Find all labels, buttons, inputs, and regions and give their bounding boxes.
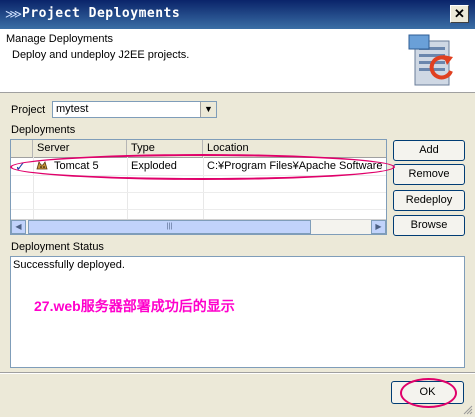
header-title: Manage Deployments [6,33,114,45]
header-subtitle: Deploy and undeploy J2EE projects. [12,49,190,61]
column-header-check[interactable] [11,140,33,157]
chevron-down-icon[interactable]: ▼ [200,102,216,117]
scroll-left-icon[interactable]: ◀ [11,220,26,234]
table-row[interactable]: ✓ Tomcat 5 Exploded C:¥Program Files¥Apa… [11,158,386,175]
horizontal-scrollbar[interactable]: ◀ ||| ▶ [11,219,386,234]
close-button[interactable]: ✕ [450,5,469,23]
scroll-thumb[interactable]: ||| [28,220,311,234]
project-label: Project [11,104,46,116]
deployment-status-label: Deployment Status [11,241,104,253]
window-title: Project Deployments [22,6,181,21]
project-combo-value: mytest [56,103,89,115]
type-cell: Exploded [131,160,177,172]
deployments-label: Deployments [11,124,76,136]
table-header: Server Type Location [11,140,386,158]
server-cell: Tomcat 5 [54,160,99,172]
column-header-type[interactable]: Type [127,140,203,157]
wizard-header: Manage Deployments Deploy and undeploy J… [0,29,475,93]
scroll-right-icon[interactable]: ▶ [371,220,386,234]
location-cell: C:¥Program Files¥Apache Software F [207,160,385,172]
app-icon: ⋙ [5,7,23,21]
deployments-table[interactable]: Server Type Location ✓ Tomcat 5 Exploded… [10,139,387,235]
tomcat-icon [35,158,49,175]
add-button[interactable]: Add [393,140,465,161]
remove-button[interactable]: Remove [393,164,465,185]
annotation-text: 27.web服务器部署成功后的显示 [34,298,235,314]
redeploy-button[interactable]: Redeploy [393,190,465,211]
column-header-location[interactable]: Location [203,140,386,157]
grid-line [11,209,386,210]
project-combo[interactable]: mytest ▼ [52,101,217,118]
deploy-wizard-icon [408,34,453,86]
deployment-status-text: Successfully deployed. [13,259,125,271]
footer-separator [0,372,475,374]
window-title-bar: ⋙ Project Deployments ✕ [0,0,475,29]
column-header-server[interactable]: Server [33,140,127,157]
grid-line [11,175,386,176]
ok-button[interactable]: OK [391,381,464,404]
browse-button[interactable]: Browse [393,215,465,236]
grid-line [11,192,386,193]
resize-grip-icon[interactable] [463,405,473,415]
check-icon[interactable]: ✓ [15,158,26,175]
